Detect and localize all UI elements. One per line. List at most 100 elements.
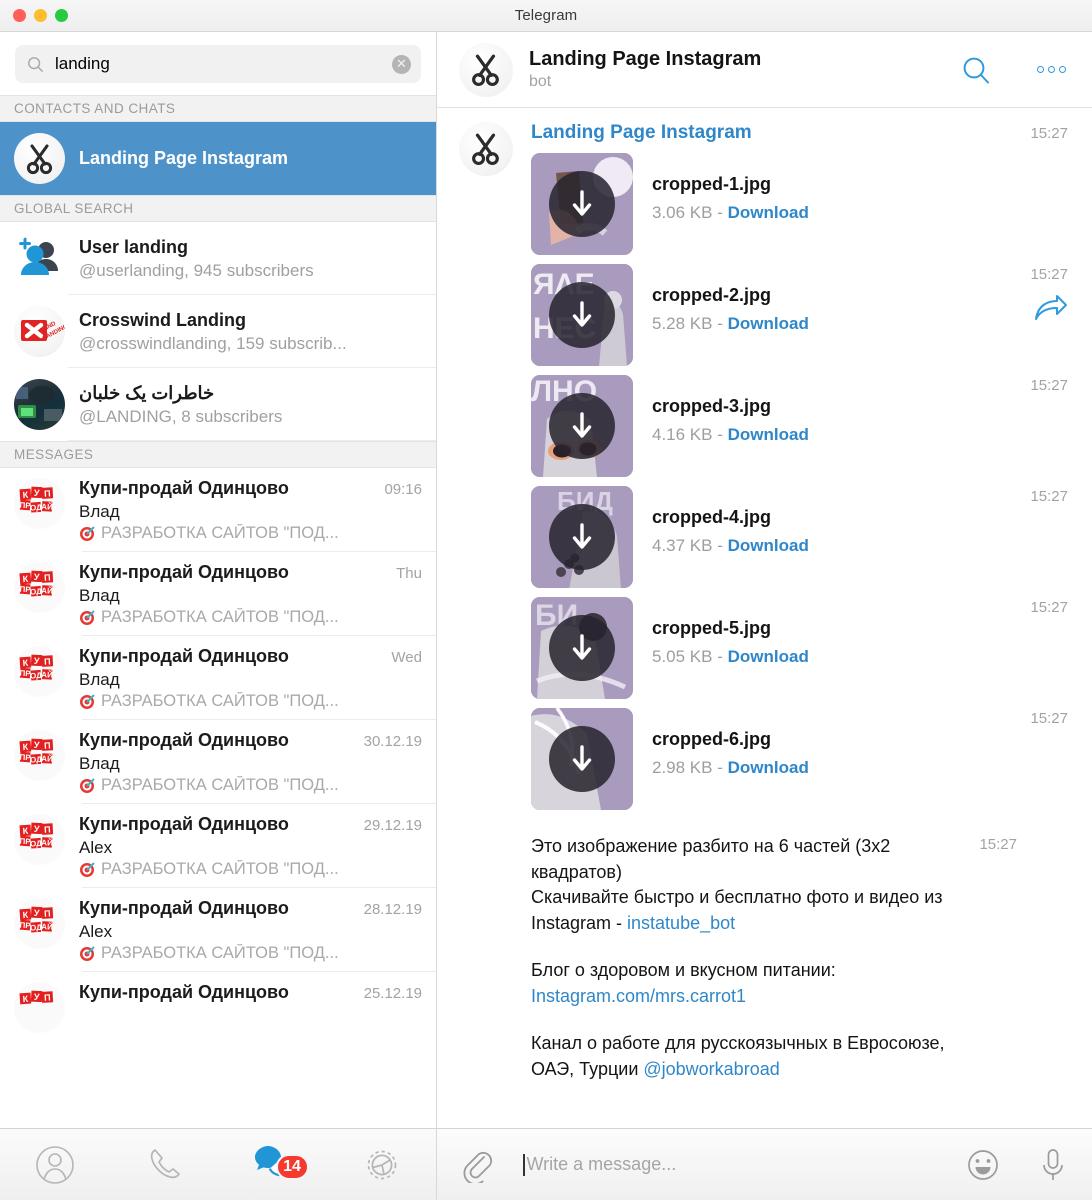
attach-button[interactable] — [459, 1147, 495, 1183]
chat-title: Landing Page Instagram — [529, 48, 762, 70]
window-title: Telegram — [514, 7, 578, 24]
message-preview-text: РАЗРАБОТКА САЙТОВ "ПОД... — [101, 692, 339, 710]
global-result-title: خاطرات يک خلبان — [79, 382, 215, 403]
global-result-subtitle: @crosswindlanding, 159 subscrib... — [79, 333, 347, 353]
file-thumbnail[interactable]: ЯΛE HEC — [531, 264, 633, 366]
text-message[interactable]: Это изображение разбито на 6 частей (3x2… — [531, 834, 1068, 1082]
message-sender: Влад — [79, 586, 120, 605]
smiley-icon — [968, 1149, 998, 1180]
chat-search-button[interactable] — [961, 55, 991, 85]
dart-emoji — [79, 609, 96, 626]
svg-text:АЙ: АЙ — [41, 922, 53, 932]
message-result-row[interactable]: К У П ПР ОД АЙ Купи-продай Одинцово 28.1… — [0, 888, 436, 972]
svg-text:У: У — [34, 992, 41, 1002]
svg-text:У: У — [34, 488, 41, 498]
message-time: 09:16 — [384, 481, 422, 498]
file-attachment-row[interactable]: БИ cropped-5.jpg 5.05 KB - Download 15:2… — [531, 597, 1068, 699]
more-options-icon — [1037, 66, 1066, 73]
voice-record-button[interactable] — [1038, 1147, 1068, 1183]
download-overlay — [549, 726, 615, 792]
nav-chats-button[interactable]: 14 — [218, 1144, 327, 1186]
message-time: 28.12.19 — [363, 901, 422, 918]
message-sender: Alex — [79, 838, 113, 857]
sidebar-item-landing-page-instagram[interactable]: Landing Page Instagram — [0, 122, 436, 195]
instagram-carrot-link[interactable]: Instagram.com/mrs.carrot1 — [531, 986, 746, 1006]
file-attachment-row[interactable]: ЛНО cropped-3.jpg 4.16 KB - Download 15:… — [531, 375, 1068, 477]
download-arrow-icon — [572, 301, 592, 327]
message-result-row[interactable]: К У П ПР ОД АЙ Купи-продай Одинцово Thu — [0, 552, 436, 636]
messages-list[interactable]: К У П ПР ОД АЙ Купи-продай Одинцово 09:1… — [0, 468, 436, 1128]
message-preview-text: РАЗРАБОТКА САЙТОВ "ПОД... — [101, 944, 339, 962]
svg-text:П: П — [44, 740, 51, 750]
file-thumbnail[interactable] — [531, 153, 633, 255]
download-link[interactable]: Download — [728, 758, 809, 777]
search-icon — [28, 56, 44, 72]
section-header-contacts: CONTACTS AND CHATS — [0, 95, 436, 122]
message-sender: Влад — [79, 502, 120, 521]
message-chat-name: Купи-продай Одинцово — [79, 730, 289, 750]
file-thumbnail[interactable]: БИ — [531, 597, 633, 699]
message-group: Landing Page Instagram 15:27 cropped-1.j… — [437, 122, 1092, 1082]
unread-badge: 14 — [275, 1153, 309, 1180]
download-link[interactable]: Download — [728, 425, 809, 444]
download-arrow-icon — [572, 523, 592, 549]
global-result-user-landing[interactable]: User landing @userlanding, 945 subscribe… — [0, 222, 436, 295]
message-timestamp: 15:27 — [1030, 710, 1068, 727]
message-line-3: Блог о здоровом и вкусном питании: Instag… — [531, 958, 961, 1009]
file-meta-line: 4.16 KB - Download — [652, 425, 809, 445]
chat-pane: Landing Page Instagram bot Landing Page … — [437, 32, 1092, 1200]
jobworkabroad-link[interactable]: @jobworkabroad — [643, 1059, 779, 1079]
search-input[interactable]: landing ✕ — [15, 45, 421, 83]
message-chat-name: Купи-продай Одинцово — [79, 814, 289, 834]
download-overlay — [549, 504, 615, 570]
svg-text:АЙ: АЙ — [41, 838, 53, 848]
message-time: Thu — [396, 565, 422, 582]
instatube-bot-link[interactable]: instatube_bot — [627, 913, 735, 933]
clear-icon[interactable]: ✕ — [392, 54, 411, 74]
nav-contacts-button[interactable] — [0, 1144, 109, 1186]
file-attachment-row[interactable]: БИД cropped-4.jpg 4.37 KB - Download 15:… — [531, 486, 1068, 588]
file-thumbnail[interactable]: ЛНО — [531, 375, 633, 477]
title-bar: Telegram — [0, 0, 1092, 32]
download-link[interactable]: Download — [728, 536, 809, 555]
chat-header: Landing Page Instagram bot — [437, 32, 1092, 108]
nav-settings-button[interactable] — [327, 1143, 436, 1187]
download-link[interactable]: Download — [728, 647, 809, 666]
chat-menu-button[interactable] — [1037, 66, 1066, 73]
svg-text:П: П — [44, 656, 51, 666]
message-timestamp: 15:27 — [1030, 488, 1068, 505]
dart-emoji — [79, 777, 96, 794]
scissors-avatar[interactable] — [459, 42, 513, 97]
message-result-row[interactable]: К У П Купи-продай Одинцово 25.12.19 — [0, 972, 436, 1042]
file-name: cropped-3.jpg — [652, 396, 772, 416]
message-result-row[interactable]: К У П ПР ОД АЙ Купи-продай Одинцово 29.1… — [0, 804, 436, 888]
message-timestamp: 15:27 — [1030, 599, 1068, 616]
scissors-avatar[interactable] — [459, 122, 513, 176]
message-result-row[interactable]: К У П ПР ОД АЙ Купи-продай Одинцово 09:1… — [0, 468, 436, 552]
nav-calls-button[interactable] — [109, 1144, 218, 1186]
message-input[interactable]: Write a message... — [495, 1153, 966, 1176]
message-chat-name: Купи-продай Одинцово — [79, 646, 289, 666]
kupi-prodai-avatar: К У П ПР ОД АЙ — [14, 562, 65, 613]
message-preview-line: РАЗРАБОТКА САЙТОВ "ПОД... — [79, 776, 422, 795]
global-result-cockpit-channel[interactable]: خاطرات يک خلبان @LANDING, 8 subscribers — [0, 368, 436, 441]
download-overlay — [549, 615, 615, 681]
sender-name-link[interactable]: Landing Page Instagram — [531, 122, 1030, 144]
forward-button[interactable] — [1012, 295, 1068, 321]
chat-messages[interactable]: Landing Page Instagram 15:27 cropped-1.j… — [437, 108, 1092, 1128]
file-attachment-row[interactable]: cropped-1.jpg 3.06 KB - Download — [531, 153, 1068, 255]
message-line-4: Канал о работе для русскоязычных в Еврос… — [531, 1031, 961, 1082]
download-link[interactable]: Download — [728, 314, 809, 333]
download-link[interactable]: Download — [728, 203, 809, 222]
svg-text:П: П — [44, 488, 51, 498]
message-chat-name: Купи-продай Одинцово — [79, 898, 289, 918]
message-result-row[interactable]: К У П ПР ОД АЙ Купи-продай Одинцово 30.1… — [0, 720, 436, 804]
file-thumbnail[interactable]: БИД — [531, 486, 633, 588]
message-result-row[interactable]: К У П ПР ОД АЙ Купи-продай Одинцово Wed — [0, 636, 436, 720]
file-thumbnail[interactable] — [531, 708, 633, 810]
message-preview-text: РАЗРАБОТКА САЙТОВ "ПОД... — [101, 860, 339, 878]
emoji-button[interactable] — [966, 1148, 1000, 1182]
file-attachment-row[interactable]: cropped-6.jpg 2.98 KB - Download 15:27 — [531, 708, 1068, 810]
file-attachment-row[interactable]: ЯΛE HEC — [531, 264, 1068, 366]
global-result-crosswind-landing[interactable]: WIND LANDING Crosswind Landing @crosswin… — [0, 295, 436, 368]
